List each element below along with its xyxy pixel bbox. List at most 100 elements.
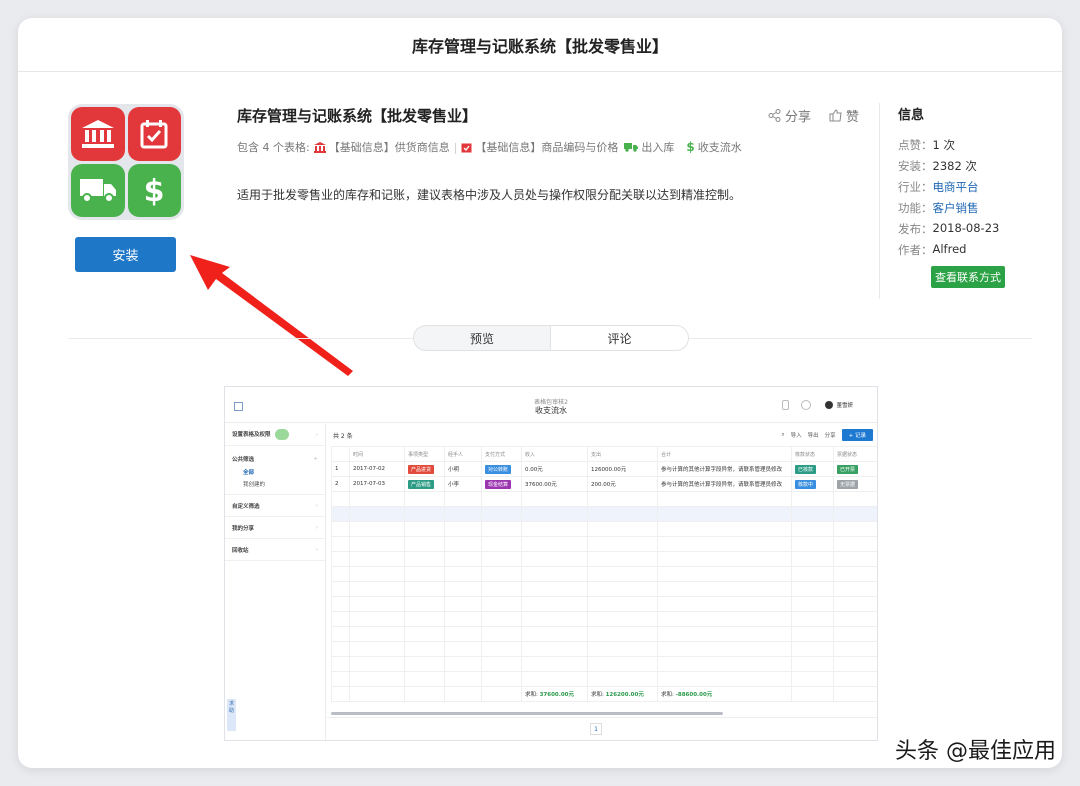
share-button[interactable]: 分享 — [825, 431, 836, 439]
phone-icon — [782, 400, 789, 410]
info-row-published: 发布： 2018-08-23 — [898, 221, 1000, 236]
table-item-product[interactable]: 【基础信息】商品编码与价格 — [461, 139, 618, 155]
clock-icon — [801, 400, 811, 410]
info-row-author: 作者： Alfred — [898, 242, 967, 257]
avatar — [825, 401, 834, 409]
info-row-installs: 安装： 2382 次 — [898, 159, 977, 173]
empty-row — [331, 641, 877, 657]
app-description: 适用于批发零售业的库存和记账，建议表格中涉及人员处与操作权限分配关联以达到精准控… — [237, 188, 742, 202]
share-icon — [768, 109, 781, 122]
tab-comments[interactable]: 评论 — [551, 325, 689, 351]
thumbs-up-icon — [829, 109, 842, 122]
info-heading: 信息 — [898, 108, 925, 123]
calendar-check-icon — [127, 107, 181, 161]
table-item-stock[interactable]: 出入库 — [624, 139, 674, 155]
empty-row — [331, 626, 877, 642]
sidebar-item-custom-filter[interactable]: 自定义筛选 › — [225, 495, 325, 517]
page-number[interactable]: 1 — [590, 723, 602, 735]
install-button[interactable]: 安装 — [75, 237, 176, 272]
bank-icon — [313, 141, 326, 153]
divider — [879, 103, 880, 299]
preview-screenshot: 表格包审核2 收支流水 董雪妍 设置表格及权限 › 公共筛选 + 全部 我创建的 自… — [224, 386, 878, 741]
dollar-icon: $ — [686, 140, 695, 154]
table-row[interactable]: 1 2017-07-02 产品进货 小明 对公转账 0.00元 126000.0… — [331, 461, 877, 477]
table-item-cashflow[interactable]: $ 收支流水 — [686, 139, 741, 155]
page-title: 库存管理与记账系统【批发零售业】 — [18, 18, 1062, 72]
empty-row — [331, 611, 877, 627]
chevron-right-icon: › — [315, 431, 318, 438]
horizontal-scrollbar[interactable] — [331, 712, 723, 715]
table-header: 时间 事项类型 经手人 支付方式 收入 支出 合计 核款状态 票据状态 — [331, 446, 877, 462]
sidebar-item-public-filter[interactable]: 公共筛选 + — [225, 452, 325, 466]
import-button[interactable]: 导入 — [791, 431, 802, 439]
app-title: 库存管理与记账系统【批发零售业】 — [237, 107, 478, 125]
red-arrow-annotation — [190, 255, 353, 376]
like-label: 赞 — [846, 110, 860, 125]
plus-icon: + — [313, 456, 318, 462]
empty-row — [331, 671, 877, 687]
app-icon: $ — [68, 104, 184, 220]
check-tag: 核款中 — [795, 479, 817, 489]
tables-prefix: 包含 4 个表格: — [237, 141, 310, 154]
like-button[interactable]: 赞 — [829, 106, 859, 125]
empty-row — [331, 536, 877, 552]
sum-row: 求和: 37600.00元 求和: 126200.00元 求和: -88600.… — [331, 686, 877, 702]
app-detail-card: 库存管理与记账系统【批发零售业】 $ 安装 库存管理与记账系统【批发零售业】 分… — [18, 18, 1062, 768]
tab-bar: 预览 评论 — [413, 325, 689, 351]
preview-toolbar: 共 2 条 ⌕ 导入 导出 分享 + 记录 — [327, 424, 877, 446]
help-button[interactable]: 求助 — [227, 699, 236, 731]
type-tag: 产品销售 — [408, 479, 435, 489]
empty-row — [331, 581, 877, 597]
pay-tag: 现金结算 — [485, 479, 512, 489]
record-count: 共 2 条 — [333, 432, 353, 440]
export-button[interactable]: 导出 — [808, 431, 819, 439]
truck-icon — [624, 143, 639, 152]
empty-row — [331, 596, 877, 612]
function-link[interactable]: 客户销售 — [933, 200, 979, 221]
info-row-industry: 行业： 电商平台 — [898, 179, 1005, 200]
sidebar-item-my-share[interactable]: 我的分享 › — [225, 517, 325, 539]
empty-row — [331, 656, 877, 672]
sidebar-item-settings[interactable]: 设置表格及权限 › — [225, 424, 325, 446]
chevron-right-icon: › — [315, 524, 318, 531]
dollar-icon: $ — [127, 163, 181, 217]
chevron-right-icon: › — [315, 546, 318, 553]
search-icon[interactable]: ⌕ — [782, 432, 785, 439]
calendar-check-icon — [461, 143, 472, 152]
industry-link[interactable]: 电商平台 — [933, 179, 979, 200]
truck-icon — [71, 163, 125, 217]
table-item-supplier[interactable]: 【基础信息】供货商信息 — [313, 139, 450, 155]
empty-row — [331, 506, 877, 522]
bill-tag: 已开票 — [837, 464, 859, 474]
empty-row — [331, 566, 877, 582]
add-record-button[interactable]: + 记录 — [841, 429, 873, 441]
preview-header: 表格包审核2 收支流水 董雪妍 — [225, 387, 877, 423]
preview-main: 共 2 条 ⌕ 导入 导出 分享 + 记录 时间 事项类型 经手人 支付方式 收… — [327, 424, 877, 740]
sidebar-item-all[interactable]: 全部 — [225, 466, 325, 478]
tab-preview[interactable]: 预览 — [413, 325, 551, 351]
share-button[interactable]: 分享 — [768, 106, 811, 125]
preview-table-name: 收支流水 — [535, 406, 567, 415]
records-table: 时间 事项类型 经手人 支付方式 收入 支出 合计 核款状态 票据状态 1 20… — [331, 446, 877, 702]
check-tag: 已核款 — [795, 464, 817, 474]
info-row-function: 功能： 客户销售 — [898, 200, 1005, 221]
toggle[interactable] — [274, 429, 289, 440]
bank-icon — [71, 107, 125, 161]
sidebar-item-mine[interactable]: 我创建的 — [225, 478, 325, 490]
table-row[interactable]: 2 2017-07-03 产品销售 小李 现金结算 37600.00元 200.… — [331, 476, 877, 492]
info-row-likes: 点赞： 1 次 — [898, 138, 955, 152]
preview-sidebar: 设置表格及权限 › 公共筛选 + 全部 我创建的 自定义筛选 › 我的分享 › 回收站 ›… — [225, 424, 326, 740]
user-menu[interactable]: 董雪妍 — [825, 401, 853, 409]
sidebar-item-recycle[interactable]: 回收站 › — [225, 539, 325, 561]
empty-row — [331, 521, 877, 537]
info-panel: 信息 点赞： 1 次 安装： 2382 次 行业： 电商平台 功能： 客户销售 发布： 2… — [898, 104, 1005, 288]
chevron-right-icon: › — [315, 502, 318, 509]
pay-tag: 对公转账 — [485, 464, 512, 474]
svg-text:$: $ — [144, 174, 165, 206]
preview-footer: 1 — [327, 717, 877, 740]
contact-button[interactable]: 查看联系方式 — [931, 266, 1005, 288]
share-label: 分享 — [785, 110, 812, 125]
watermark: 头条 @最佳应用 — [895, 739, 1056, 764]
empty-row — [331, 491, 877, 507]
app-actions: 分享 赞 — [768, 106, 859, 125]
